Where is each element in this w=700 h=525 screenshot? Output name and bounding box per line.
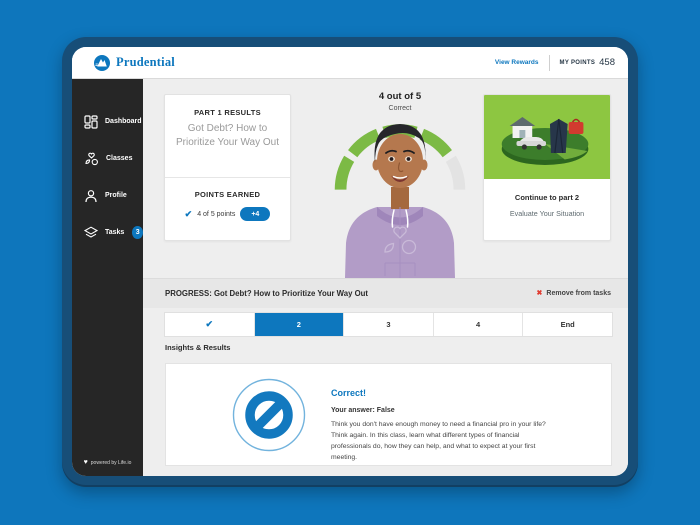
result-title: Correct! — [331, 388, 556, 398]
avatar-illustration — [335, 111, 465, 278]
insights-heading: Insights & Results — [165, 343, 230, 352]
view-rewards-link[interactable]: View Rewards — [495, 59, 539, 66]
step-4[interactable]: 4 — [434, 313, 524, 336]
check-icon: ✔ — [185, 210, 193, 219]
sidebar-item-tasks[interactable]: Tasks 3 — [72, 214, 143, 251]
step-2-active[interactable]: 2 — [255, 313, 345, 336]
step-end[interactable]: End — [523, 313, 612, 336]
sidebar-item-label: Profile — [105, 192, 127, 199]
sidebar-item-label: Dashboard — [105, 118, 142, 125]
classes-icon — [84, 152, 99, 166]
dashboard-icon — [84, 115, 98, 129]
part-stepper: ✔ 2 3 4 End — [165, 313, 612, 336]
appbar-divider — [549, 55, 550, 71]
brand-logo: Prudential — [94, 55, 175, 71]
my-points-value: 458 — [599, 57, 615, 68]
app-screen: Prudential View Rewards MY POINTS 458 — [72, 47, 628, 476]
powered-by-label: powered by Life.io — [91, 460, 132, 466]
continue-title: Continue to part 2 — [484, 193, 610, 202]
progress-band: PROGRESS: Got Debt? How to Prioritize Yo… — [143, 278, 628, 308]
insights-card: Correct! Your answer: False Think you do… — [165, 363, 612, 466]
user-avatar — [335, 111, 465, 278]
tasks-icon — [84, 226, 98, 240]
sidebar-item-label: Classes — [106, 155, 132, 162]
sidebar-item-profile[interactable]: Profile — [72, 177, 143, 214]
points-badge: +4 — [240, 207, 270, 221]
app-body: Dashboard Classes — [72, 79, 628, 476]
step-1-complete[interactable]: ✔ — [165, 313, 255, 336]
score-header: 4 out of 5 Correct — [305, 91, 495, 112]
remove-x-icon: ✖ — [537, 290, 543, 297]
insights-text-block: Correct! Your answer: False Think you do… — [331, 388, 556, 464]
lifeio-logo-icon: ♥ — [84, 459, 88, 466]
score-title: 4 out of 5 — [305, 91, 495, 102]
powered-by: ♥ powered by Life.io — [72, 459, 143, 466]
brand-name: Prudential — [116, 55, 175, 70]
main-content: PART 1 RESULTS Got Debt? How to Prioriti… — [143, 79, 628, 476]
your-answer-label: Your answer: False — [331, 407, 556, 414]
sidebar-item-classes[interactable]: Classes — [72, 140, 143, 177]
desktop-background: { "colors": { "brand_blue": "#0d77be", "… — [0, 0, 700, 525]
part1-results-label: PART 1 RESULTS — [165, 108, 290, 117]
progress-title: PROGRESS: Got Debt? How to Prioritize Yo… — [165, 289, 368, 298]
class-title: Got Debt? How to Prioritize Your Way Out — [165, 122, 290, 149]
remove-from-tasks-button[interactable]: ✖ Remove from tasks — [537, 290, 611, 297]
prudential-rock-icon — [94, 55, 110, 71]
sidebar-nav: Dashboard Classes — [72, 79, 143, 476]
card-divider — [165, 177, 290, 178]
remove-label: Remove from tasks — [546, 290, 611, 297]
part1-results-card: PART 1 RESULTS Got Debt? How to Prioriti… — [164, 94, 291, 241]
continue-card[interactable]: Continue to part 2 Evaluate Your Situati… — [483, 94, 611, 241]
sidebar-item-dashboard[interactable]: Dashboard — [72, 103, 143, 140]
points-earned-label: POINTS EARNED — [165, 190, 290, 199]
sidebar-item-label: Tasks — [105, 229, 124, 236]
points-earned-row: ✔ 4 of 5 points +4 — [165, 207, 290, 221]
result-body-text: Think you don't have enough money to nee… — [331, 420, 549, 464]
profile-icon — [84, 189, 98, 203]
continue-subtitle: Evaluate Your Situation — [484, 209, 610, 218]
step-3[interactable]: 3 — [344, 313, 434, 336]
app-bar: Prudential View Rewards MY POINTS 458 — [72, 47, 628, 79]
my-points-label: MY POINTS — [560, 60, 596, 66]
prohibition-icon — [232, 378, 306, 452]
points-earned-text: 4 of 5 points — [197, 211, 235, 218]
tablet-frame: Prudential View Rewards MY POINTS 458 — [62, 37, 638, 487]
tasks-count-badge: 3 — [132, 226, 143, 239]
budget-pie-illustration — [484, 95, 610, 179]
